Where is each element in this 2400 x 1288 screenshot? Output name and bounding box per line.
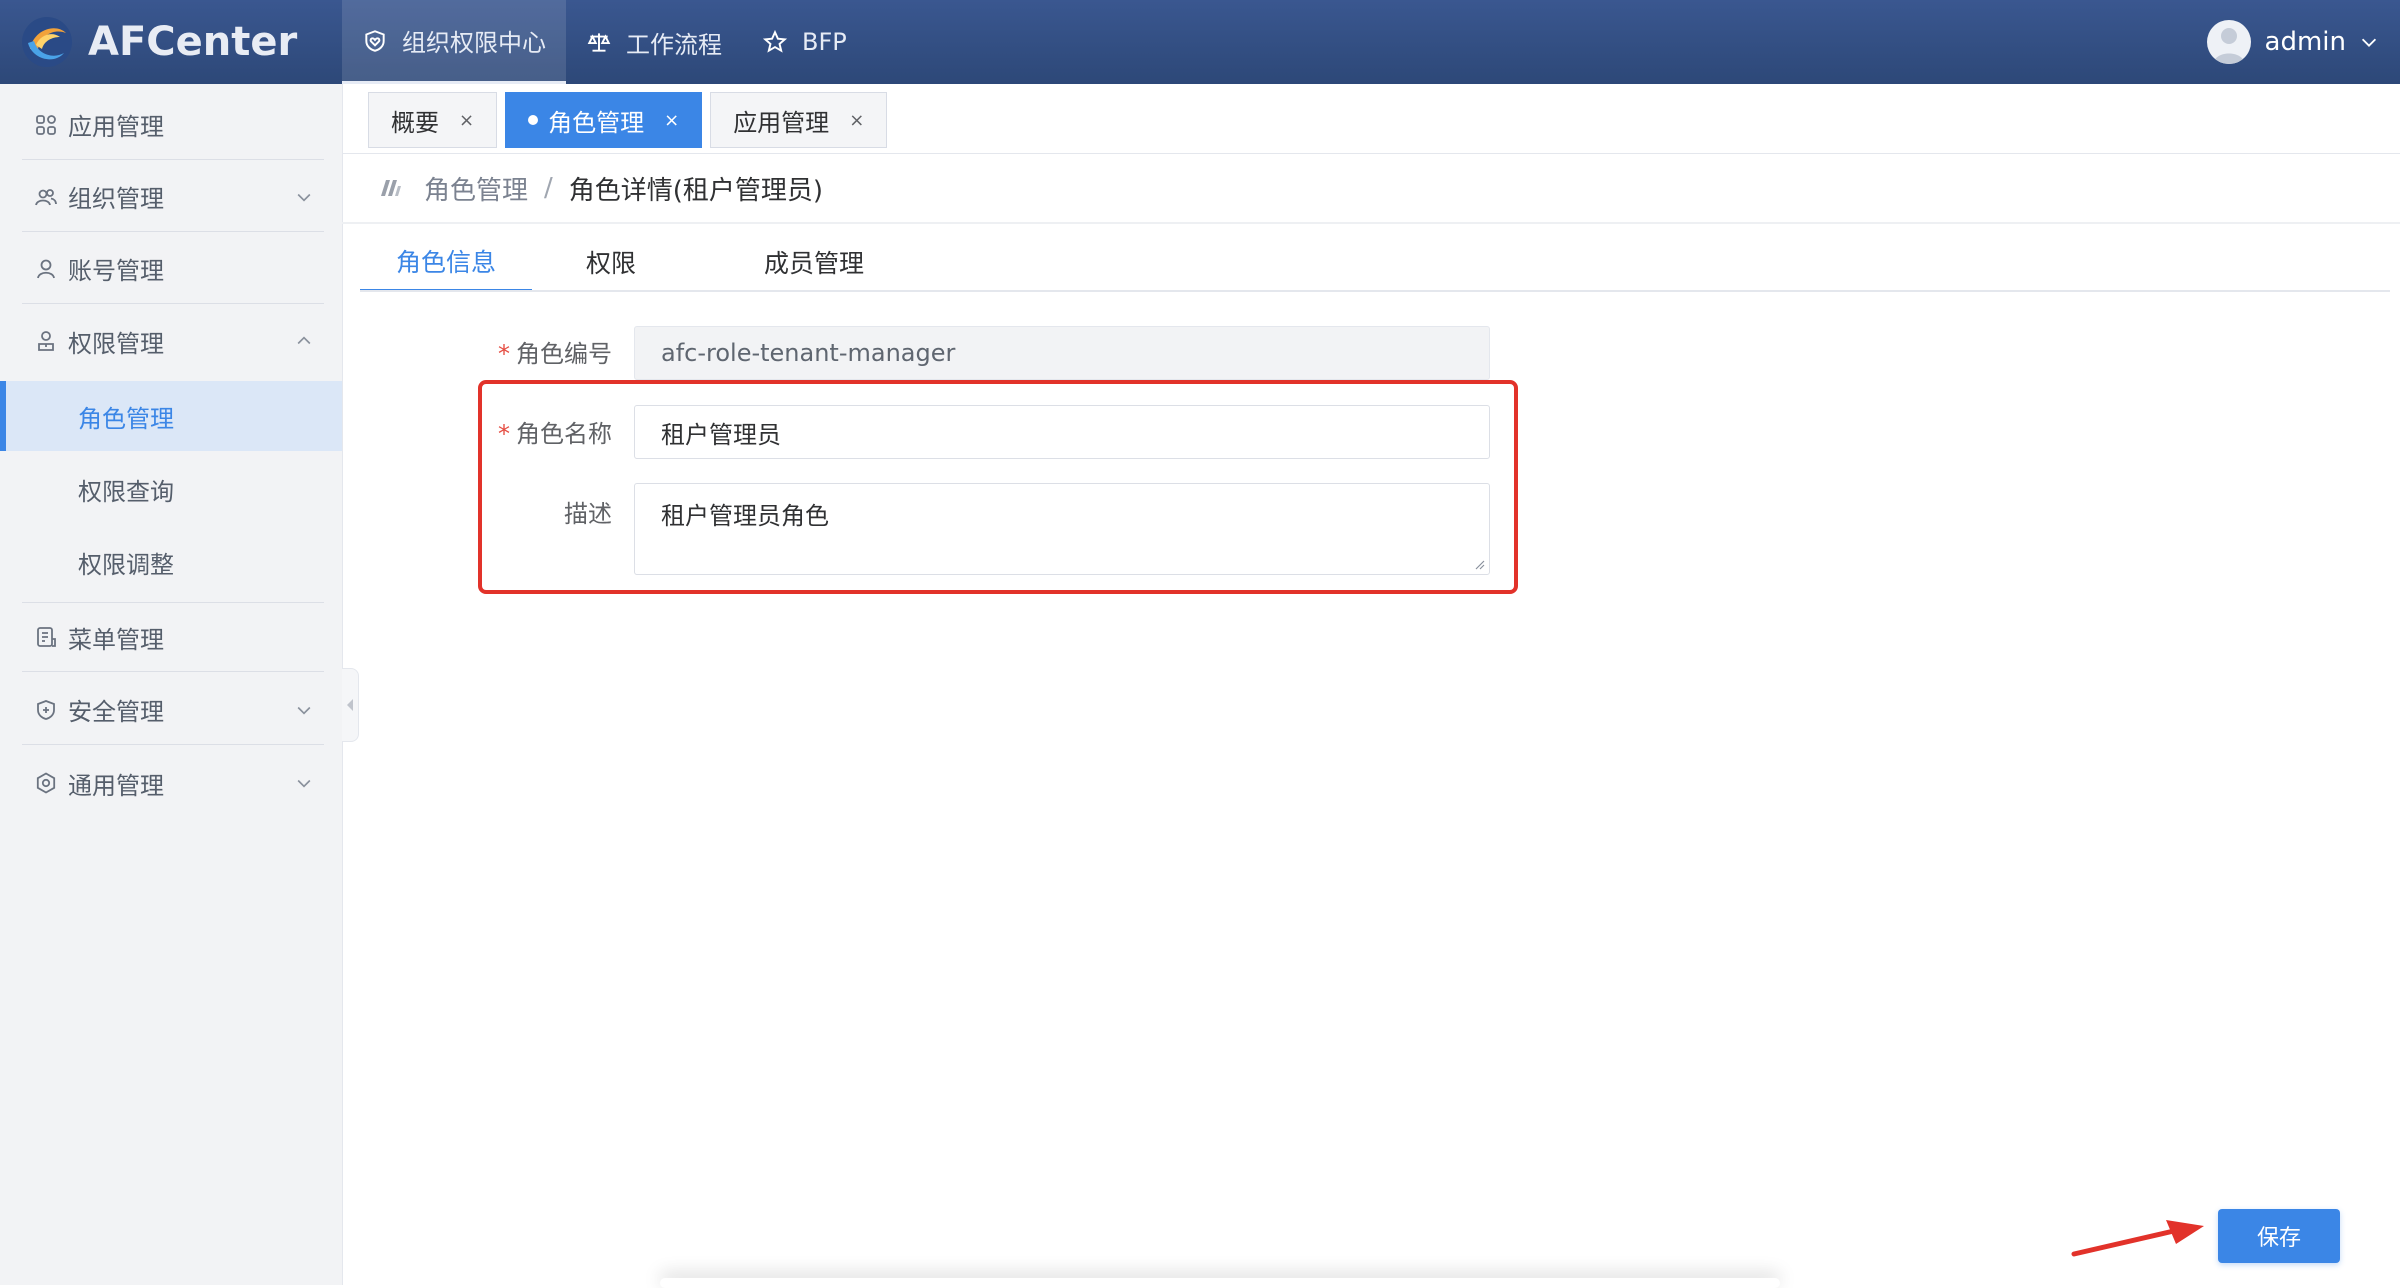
tab-label: 应用管理 xyxy=(733,108,830,137)
tab-overview[interactable]: 概要 × xyxy=(368,92,498,148)
sidebar-item-general-management[interactable]: 通用管理 xyxy=(22,748,324,818)
tab-member-management[interactable]: 成员管理 xyxy=(690,232,938,292)
user-lock-icon xyxy=(38,331,54,351)
nav-label: 组织权限中心 xyxy=(402,29,546,57)
sidebar-item-label: 安全管理 xyxy=(68,698,164,726)
tab-label: 角色管理 xyxy=(548,108,645,137)
role-code-label: * 角色编号 xyxy=(498,340,612,368)
divider xyxy=(342,153,2400,154)
scale-icon xyxy=(587,33,611,52)
sidebar-item-org-management[interactable]: 组织管理 xyxy=(22,162,324,232)
logo-text: AFCenter xyxy=(88,19,298,65)
top-bar: AFCenter 组织权限中心 工作流程 BFP admin xyxy=(0,0,2400,84)
slashes-icon xyxy=(381,180,401,196)
tab-permissions[interactable]: 权限 xyxy=(532,232,690,292)
sidebar-subitem-label: 权限调整 xyxy=(78,550,174,579)
menu-doc-icon xyxy=(37,627,56,647)
sidebar: 应用管理 组织管理 账号管理 权限管理 角色管理 权限查询 权限调整 菜单管理 xyxy=(0,84,343,1285)
tab-role-management[interactable]: 角色管理 × xyxy=(505,92,703,148)
divider xyxy=(342,222,2400,224)
breadcrumb: 角色管理 / 角色详情(租户管理员) xyxy=(376,168,823,208)
nav-org-permission-center[interactable]: 组织权限中心 xyxy=(342,0,566,84)
nav-workflow[interactable]: 工作流程 xyxy=(566,0,742,84)
close-icon[interactable]: × xyxy=(459,110,474,131)
star-icon xyxy=(762,29,788,53)
active-dot-icon xyxy=(528,115,539,125)
gear-icon xyxy=(36,772,56,794)
sidebar-subitem-label: 权限查询 xyxy=(78,477,174,506)
bottom-panel-edge xyxy=(660,1278,1780,1288)
tab-label: 概要 xyxy=(391,108,439,137)
heart-shield-icon xyxy=(365,29,385,52)
sidebar-subitem-permission-query[interactable]: 权限查询 xyxy=(0,454,342,524)
content-tabs: 角色信息 权限 成员管理 xyxy=(360,232,938,292)
grid-icon xyxy=(36,114,56,135)
sidebar-item-label: 权限管理 xyxy=(68,329,164,358)
role-code-input: afc-role-tenant-manager xyxy=(634,326,1490,380)
sidebar-subitem-label: 角色管理 xyxy=(78,404,174,433)
sidebar-item-label: 菜单管理 xyxy=(68,625,164,654)
arrow-annotation-icon xyxy=(2071,1220,2204,1257)
chevron-down-icon xyxy=(2361,38,2377,47)
chevron-down-icon xyxy=(297,706,311,715)
caret-left-icon xyxy=(347,699,353,711)
tab-role-info[interactable]: 角色信息 xyxy=(360,232,532,292)
avatar-icon xyxy=(2206,20,2251,64)
sidebar-collapse-handle[interactable] xyxy=(342,668,359,742)
divider xyxy=(360,290,2390,292)
user-icon xyxy=(37,259,55,278)
page-tabs: 概要 × 角色管理 × 应用管理 × xyxy=(368,92,895,148)
sidebar-item-label: 应用管理 xyxy=(68,113,164,141)
tab-label: 成员管理 xyxy=(763,249,864,278)
sidebar-item-account-management[interactable]: 账号管理 xyxy=(22,234,324,304)
close-icon[interactable]: × xyxy=(849,110,864,131)
close-icon[interactable]: × xyxy=(664,110,679,131)
chevron-down-icon xyxy=(297,193,311,202)
sidebar-item-app-management[interactable]: 应用管理 xyxy=(22,90,324,160)
required-marker: * xyxy=(498,340,510,368)
role-code-value: afc-role-tenant-manager xyxy=(661,339,956,367)
tab-label: 权限 xyxy=(585,249,636,278)
breadcrumb-parent[interactable]: 角色管理 xyxy=(424,170,528,207)
tab-label: 角色信息 xyxy=(395,247,496,277)
user-menu[interactable]: admin xyxy=(2206,0,2380,84)
nav-label: 工作流程 xyxy=(626,30,722,59)
sidebar-subitem-role-management[interactable]: 角色管理 xyxy=(0,381,342,451)
sidebar-item-label: 组织管理 xyxy=(68,185,164,213)
sidebar-item-label: 账号管理 xyxy=(68,257,164,285)
top-nav: 组织权限中心 工作流程 BFP xyxy=(342,0,867,84)
nav-label: BFP xyxy=(802,28,847,56)
chevron-up-icon xyxy=(297,336,311,345)
chevron-down-icon xyxy=(297,779,311,788)
nav-bfp[interactable]: BFP xyxy=(742,0,867,84)
logo[interactable]: AFCenter xyxy=(20,12,297,72)
breadcrumb-separator: / xyxy=(544,173,553,203)
sidebar-item-security-management[interactable]: 安全管理 xyxy=(22,675,324,745)
highlight-annotation-box xyxy=(478,380,1518,594)
sidebar-item-permission-management[interactable]: 权限管理 xyxy=(22,306,324,376)
shield-plus-icon xyxy=(37,699,55,720)
sidebar-item-label: 通用管理 xyxy=(68,771,164,800)
logo-icon xyxy=(22,17,72,67)
sidebar-subitem-permission-adjust[interactable]: 权限调整 xyxy=(0,527,342,597)
tab-app-management[interactable]: 应用管理 × xyxy=(710,92,888,148)
breadcrumb-current: 角色详情(租户管理员) xyxy=(568,175,824,206)
save-button[interactable]: 保存 xyxy=(2218,1209,2340,1263)
user-name: admin xyxy=(2264,27,2346,57)
sidebar-item-menu-management[interactable]: 菜单管理 xyxy=(22,602,324,672)
users-icon xyxy=(35,188,57,205)
